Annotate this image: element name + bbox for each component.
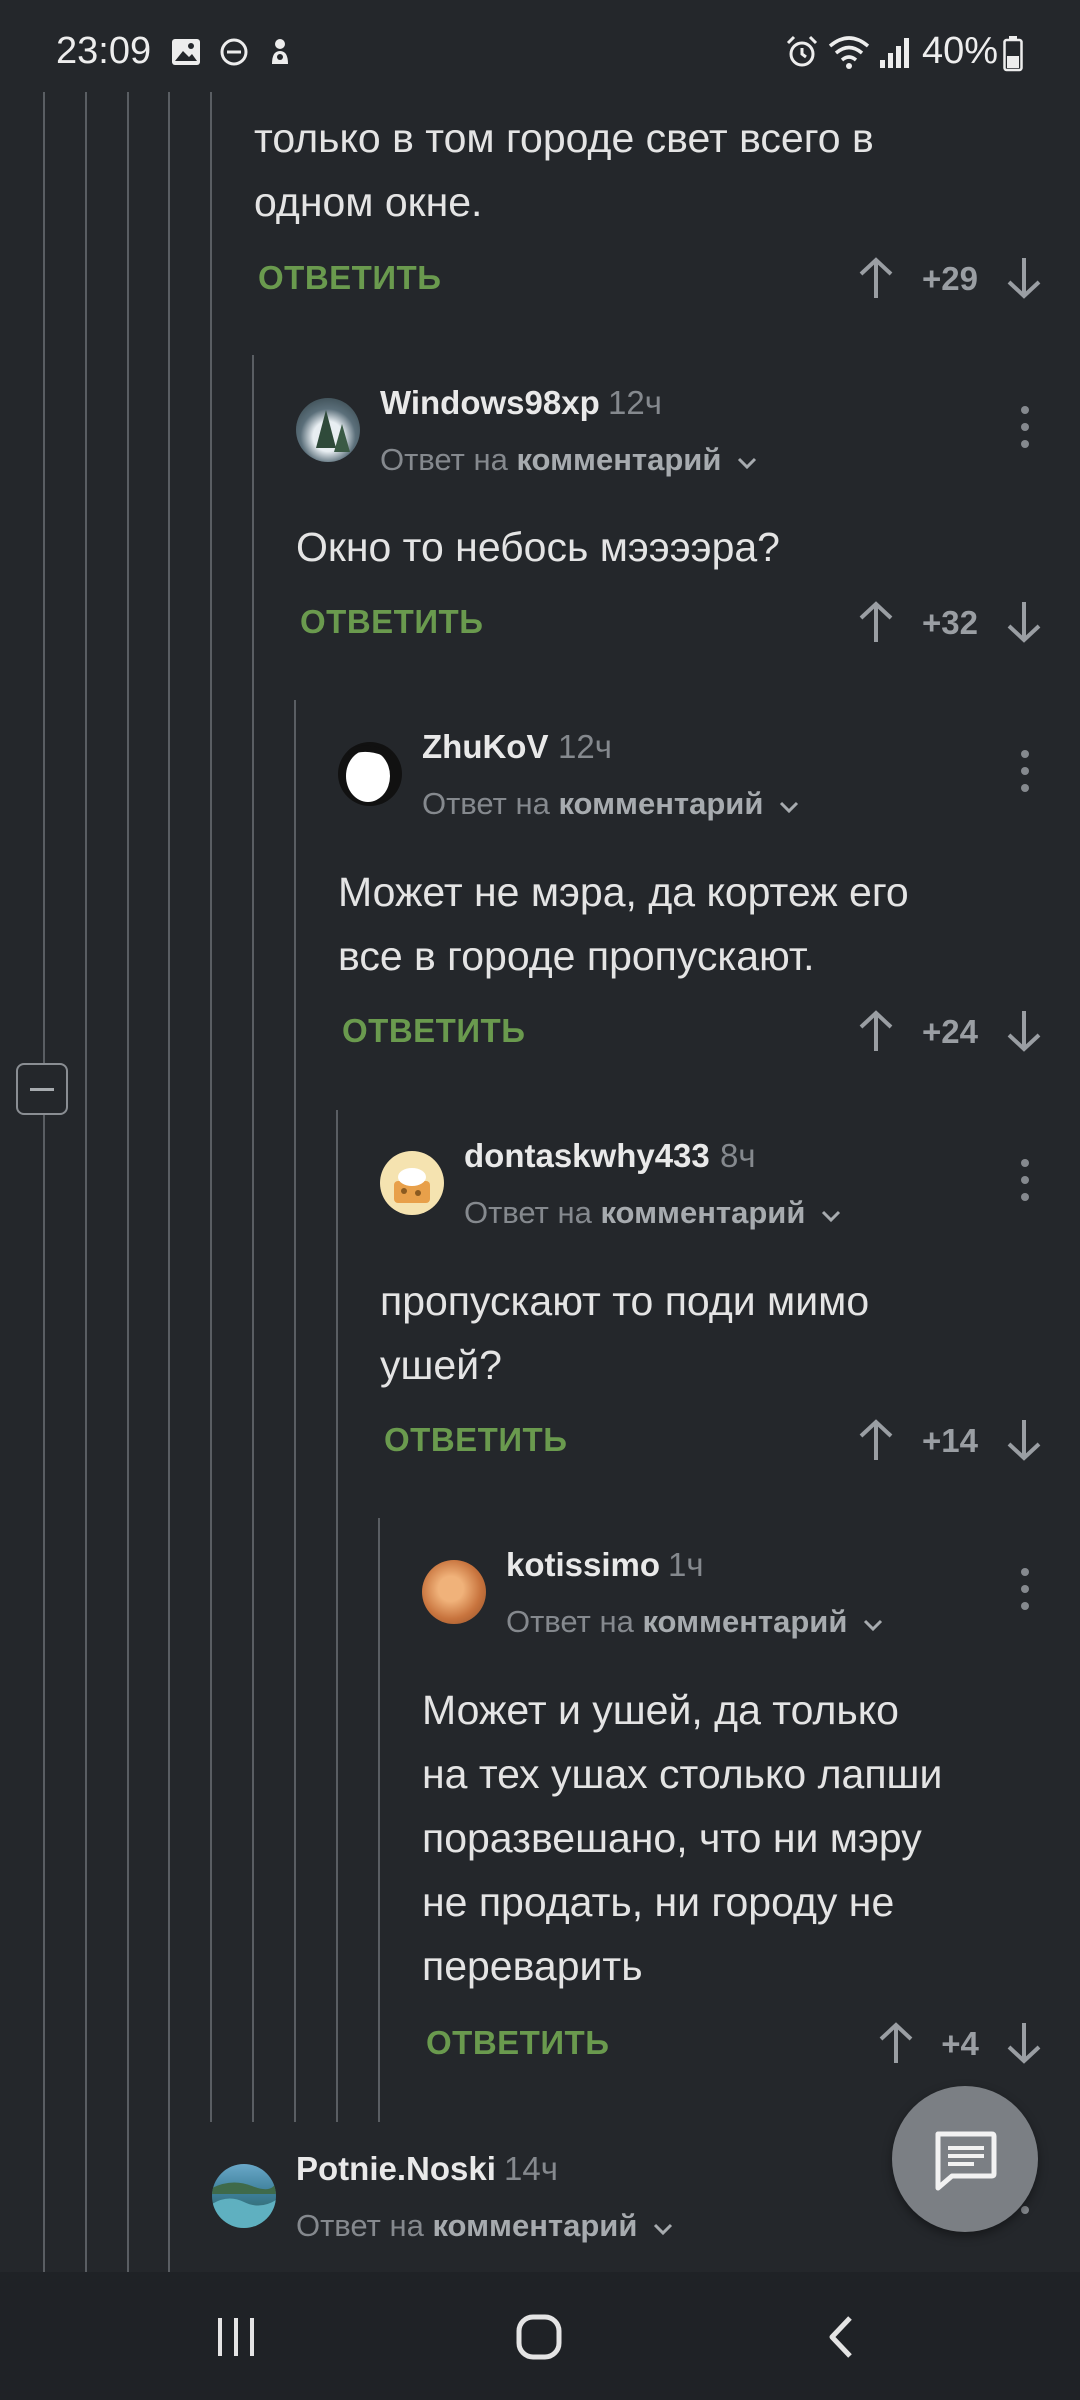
thread-line [127, 92, 129, 2272]
thread-line [43, 92, 45, 2272]
comment-score: +24 [922, 1013, 978, 1050]
comment-time: 12ч [608, 384, 662, 421]
comment-author[interactable]: Windows98xp [380, 384, 600, 422]
status-time: 23:09 [56, 30, 152, 72]
comment-text-line: ушей? [380, 1342, 502, 1388]
comment-text-line: только в том городе свет всего в [254, 115, 874, 161]
chevron-down-icon [821, 1210, 841, 1223]
chevron-down-icon [737, 457, 757, 470]
more-options-icon[interactable] [1018, 1157, 1032, 1203]
downvote-icon[interactable] [1004, 2021, 1044, 2065]
comment-author[interactable]: Potnie.Noski [296, 2150, 496, 2188]
wifi-icon [828, 36, 870, 69]
chevron-down-icon [863, 1619, 883, 1632]
gallery-icon [172, 39, 200, 65]
comment-score: +29 [922, 260, 978, 297]
thread-line [85, 92, 87, 2272]
thread-line [294, 700, 296, 2122]
more-options-icon[interactable] [1018, 404, 1032, 450]
upvote-icon[interactable] [856, 1009, 896, 1053]
app-icon [272, 39, 288, 64]
upvote-icon[interactable] [856, 600, 896, 644]
navigation-bar [0, 2272, 1080, 2400]
chevron-down-icon [653, 2223, 673, 2236]
thread-line [336, 1110, 338, 2122]
back-icon[interactable] [822, 2314, 862, 2360]
comment-score: +32 [922, 604, 978, 641]
reply-button[interactable]: ОТВЕТИТЬ [258, 259, 441, 297]
reply-button[interactable]: ОТВЕТИТЬ [300, 603, 483, 641]
comment-text-line: Может и ушей, да только [422, 1687, 899, 1733]
comment-text-line: на тех ушах столько лапши [422, 1751, 943, 1797]
reply-to-link[interactable]: Ответ на комментарий [506, 1604, 884, 1640]
downvote-icon[interactable] [1004, 600, 1044, 644]
comment-time: 8ч [720, 1137, 756, 1174]
add-comment-button[interactable] [892, 2086, 1038, 2232]
avatar[interactable] [212, 2164, 276, 2228]
upvote-icon[interactable] [856, 1418, 896, 1462]
more-options-icon[interactable] [1018, 1566, 1032, 1612]
thread-line [378, 1518, 380, 2122]
avatar[interactable] [338, 742, 402, 806]
reply-button[interactable]: ОТВЕТИТЬ [426, 2024, 609, 2062]
battery-percent: 40% [922, 30, 999, 72]
comment-text-line: все в городе пропускают. [338, 933, 815, 979]
alarm-icon [786, 35, 818, 67]
signal-icon [880, 38, 909, 68]
comment-text-line: поразвешано, что ни мэру [422, 1815, 922, 1861]
comment-text-line: пропускают то поди мимо [380, 1278, 870, 1324]
upvote-icon[interactable] [876, 2021, 916, 2065]
reply-to-link[interactable]: Ответ на комментарий [296, 2208, 674, 2244]
downvote-icon[interactable] [1004, 1009, 1044, 1053]
home-icon[interactable] [514, 2312, 564, 2362]
chevron-down-icon [779, 801, 799, 814]
reply-button[interactable]: ОТВЕТИТЬ [342, 1012, 525, 1050]
battery-icon [1003, 36, 1023, 72]
downvote-icon[interactable] [1004, 1418, 1044, 1462]
comment-score: +4 [941, 2025, 979, 2062]
comment-text-line: Окно то небось мээээра? [296, 524, 780, 570]
comment-text-line: одном окне. [254, 179, 483, 225]
comment-time: 12ч [558, 728, 612, 765]
reply-to-link[interactable]: Ответ на комментарий [464, 1195, 842, 1231]
reply-to-link[interactable]: Ответ на комментарий [380, 442, 758, 478]
thread-line [210, 92, 212, 2122]
avatar[interactable] [422, 1560, 486, 1624]
comment-author[interactable]: ZhuKoV [422, 728, 548, 766]
more-options-icon[interactable] [1018, 748, 1032, 794]
upvote-icon[interactable] [856, 256, 896, 300]
comment-text-line: переварить [422, 1943, 643, 1989]
comment-time: 14ч [504, 2150, 558, 2187]
comment-author[interactable]: dontaskwhy433 [464, 1137, 710, 1175]
thread-line [252, 355, 254, 2122]
recent-apps-icon[interactable] [212, 2316, 262, 2358]
downvote-icon[interactable] [1004, 256, 1044, 300]
avatar[interactable] [380, 1151, 444, 1215]
avatar[interactable] [296, 398, 360, 462]
reply-to-link[interactable]: Ответ на комментарий [422, 786, 800, 822]
collapse-thread-button[interactable] [16, 1063, 68, 1115]
comment-icon [935, 2131, 997, 2191]
comment-author[interactable]: kotissimo [506, 1546, 660, 1584]
status-bar: 23:09 40% [0, 0, 1080, 92]
comment-score: +14 [922, 1422, 978, 1459]
comment-text-line: не продать, ни городу не [422, 1879, 895, 1925]
thread-line [168, 92, 170, 2272]
comment-text-line: Может не мэра, да кортеж его [338, 869, 909, 915]
comment-time: 1ч [668, 1546, 704, 1583]
dnd-icon [220, 38, 248, 66]
reply-button[interactable]: ОТВЕТИТЬ [384, 1421, 567, 1459]
